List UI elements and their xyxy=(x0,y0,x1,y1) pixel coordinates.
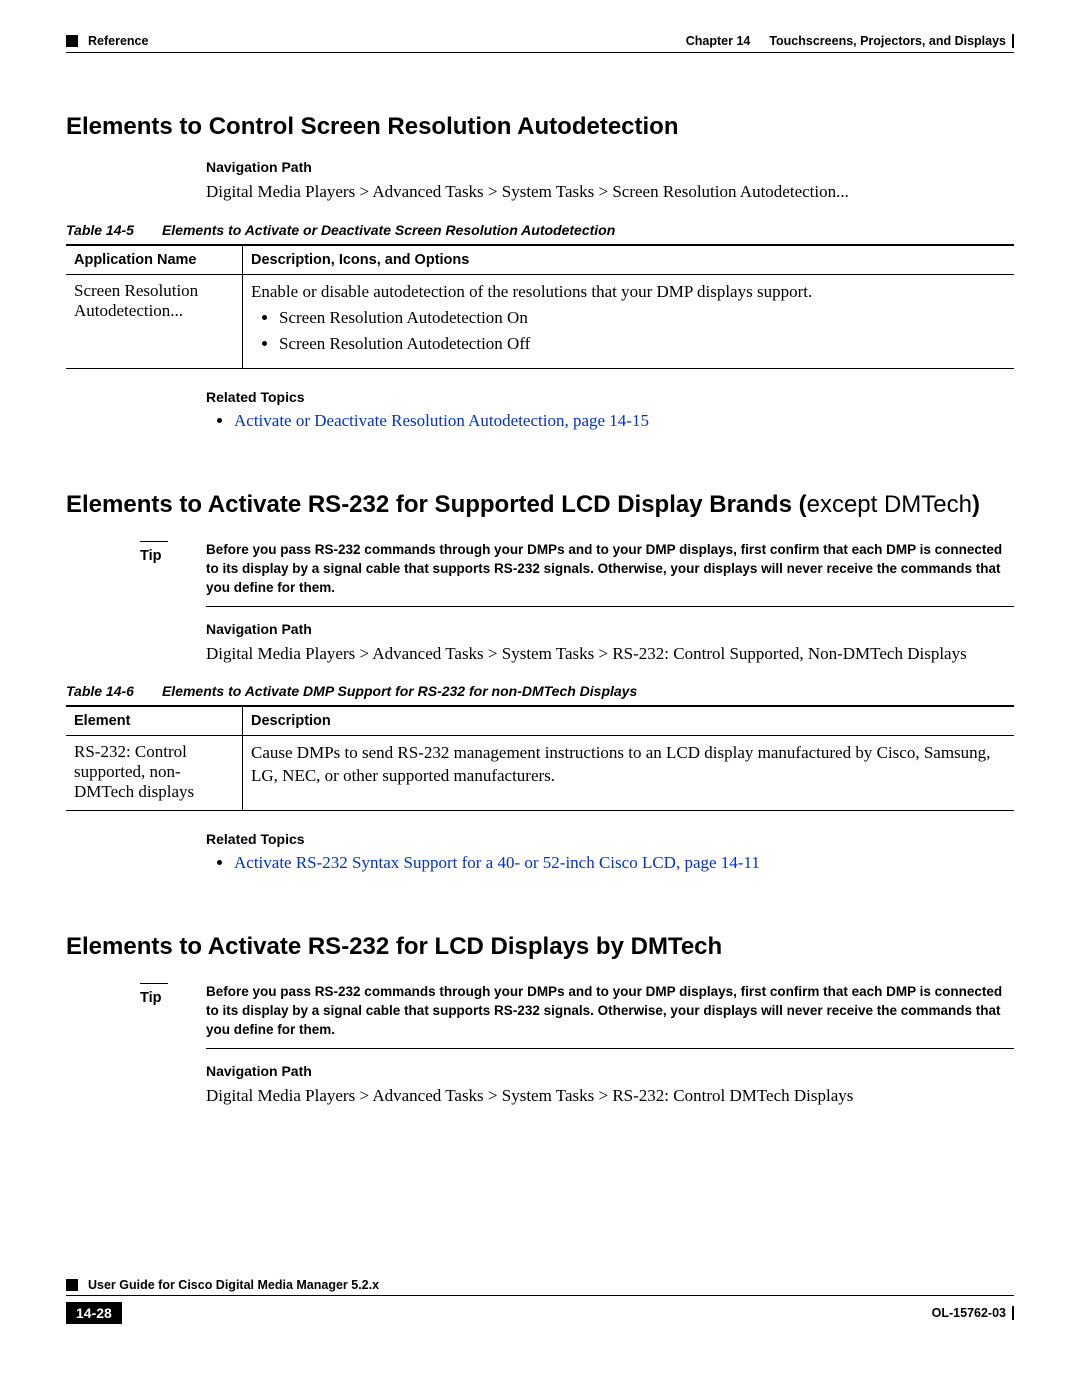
nav-path-label: Navigation Path xyxy=(206,159,1014,175)
tip-text: Before you pass RS-232 commands through … xyxy=(206,983,1014,1040)
tip-block: Tip Before you pass RS-232 commands thro… xyxy=(66,983,1014,1049)
related-topics-label: Related Topics xyxy=(206,831,1014,847)
th-description: Description, Icons, and Options xyxy=(243,245,1015,275)
th-element: Element xyxy=(66,706,243,736)
table-caption-14-5: Table 14-5Elements to Activate or Deacti… xyxy=(66,222,1014,238)
list-item: Screen Resolution Autodetection Off xyxy=(279,334,1006,354)
header-divider-icon xyxy=(1012,34,1014,48)
table-14-6: Element Description RS-232: Control supp… xyxy=(66,705,1014,811)
th-application-name: Application Name xyxy=(66,245,243,275)
cell-element: RS-232: Control supported, non-DMTech di… xyxy=(66,736,243,811)
header-section-label: Reference xyxy=(88,34,148,48)
section-heading-rs232-dmtech: Elements to Activate RS-232 for LCD Disp… xyxy=(66,933,1014,961)
related-link[interactable]: Activate RS-232 Syntax Support for a 40-… xyxy=(234,853,760,872)
nav-path-text: Digital Media Players > Advanced Tasks >… xyxy=(206,643,1014,666)
section-heading-resolution: Elements to Control Screen Resolution Au… xyxy=(66,113,1014,141)
header-chapter-label: Chapter 14 xyxy=(686,34,751,48)
nav-path-text: Digital Media Players > Advanced Tasks >… xyxy=(206,1085,1014,1108)
tip-label: Tip xyxy=(66,990,206,1006)
related-topics-label: Related Topics xyxy=(206,389,1014,405)
running-header: Reference Chapter 14 Touchscreens, Proje… xyxy=(66,34,1014,53)
table-row: Screen Resolution Autodetection... Enabl… xyxy=(66,274,1014,368)
tip-block: Tip Before you pass RS-232 commands thro… xyxy=(66,541,1014,607)
page-footer: User Guide for Cisco Digital Media Manag… xyxy=(66,1278,1014,1324)
document-id: OL-15762-03 xyxy=(932,1306,1006,1320)
list-item: Activate or Deactivate Resolution Autode… xyxy=(234,411,1014,431)
footer-divider-icon xyxy=(1012,1306,1014,1320)
related-link[interactable]: Activate or Deactivate Resolution Autode… xyxy=(234,411,649,430)
header-chapter-title: Touchscreens, Projectors, and Displays xyxy=(769,34,1006,48)
nav-path-label: Navigation Path xyxy=(206,1063,1014,1079)
cell-description: Cause DMPs to send RS-232 management ins… xyxy=(243,736,1015,811)
list-item: Activate RS-232 Syntax Support for a 40-… xyxy=(234,853,1014,873)
cell-description: Enable or disable autodetection of the r… xyxy=(243,274,1015,368)
th-description: Description xyxy=(243,706,1015,736)
tip-label: Tip xyxy=(66,548,206,564)
table-14-5: Application Name Description, Icons, and… xyxy=(66,244,1014,369)
header-marker-icon xyxy=(66,35,78,47)
tip-text: Before you pass RS-232 commands through … xyxy=(206,541,1014,598)
nav-path-label: Navigation Path xyxy=(206,621,1014,637)
cell-app-name: Screen Resolution Autodetection... xyxy=(66,274,243,368)
section-heading-rs232-non-dmtech: Elements to Activate RS-232 for Supporte… xyxy=(66,491,1014,519)
page-number-badge: 14-28 xyxy=(66,1302,122,1324)
footer-marker-icon xyxy=(66,1279,78,1291)
footer-guide-title: User Guide for Cisco Digital Media Manag… xyxy=(88,1278,379,1292)
list-item: Screen Resolution Autodetection On xyxy=(279,308,1006,328)
table-caption-14-6: Table 14-6Elements to Activate DMP Suppo… xyxy=(66,683,1014,699)
nav-path-text: Digital Media Players > Advanced Tasks >… xyxy=(206,181,1014,204)
table-row: RS-232: Control supported, non-DMTech di… xyxy=(66,736,1014,811)
